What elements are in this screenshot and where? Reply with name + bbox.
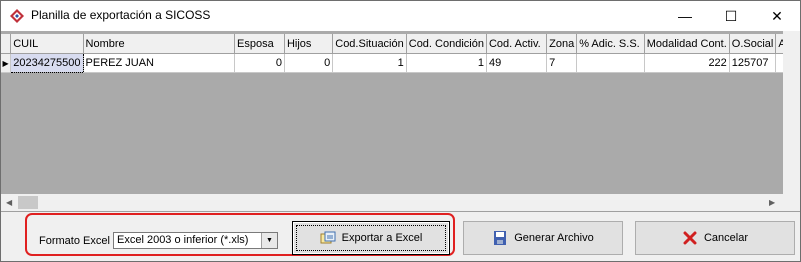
vertical-scrollbar[interactable] [783, 31, 800, 194]
close-button[interactable]: ✕ [754, 1, 800, 31]
scroll-left-icon[interactable]: ◀ [6, 198, 12, 207]
window-title: Planilla de exportación a SICOSS [31, 8, 211, 22]
minimize-icon: — [678, 8, 692, 24]
column-header-adic-ss[interactable]: % Adic. S.S. [576, 34, 645, 54]
row-indicator-icon: ▶ [1, 53, 12, 73]
cell-zona[interactable]: 7 [546, 53, 578, 73]
excel-export-icon [320, 231, 336, 244]
cell-nombre[interactable]: PEREZ JUAN [83, 53, 236, 73]
cancel-label: Cancelar [703, 232, 749, 244]
column-header-cod-condicion[interactable]: Cod. Condición [406, 34, 487, 54]
generate-file-label: Generar Archivo [514, 232, 594, 244]
column-header-osocial[interactable]: O.Social [729, 34, 777, 54]
maximize-button[interactable]: ☐ [708, 1, 754, 31]
column-header-cod-situacion[interactable]: Cod.Situación [332, 34, 407, 54]
maximize-icon: ☐ [724, 7, 738, 24]
scroll-right-icon[interactable]: ▶ [769, 198, 775, 207]
column-header-cod-activ[interactable]: Cod. Activ. [486, 34, 548, 54]
export-window: Planilla de exportación a SICOSS — ☐ ✕ C… [0, 0, 801, 262]
column-header-modalidad[interactable]: Modalidad Cont. [644, 34, 730, 54]
floppy-disk-icon [494, 231, 507, 245]
column-header-nombre[interactable]: Nombre [83, 34, 236, 54]
title-bar: Planilla de exportación a SICOSS — ☐ ✕ [1, 1, 800, 31]
data-grid[interactable]: CUIL Nombre Esposa Hijos Cod.Situación C… [1, 31, 800, 211]
cell-cuil[interactable]: 20234275500 [10, 53, 84, 73]
generate-file-button[interactable]: Generar Archivo [463, 221, 623, 255]
divider [1, 211, 800, 212]
cell-cod-situacion[interactable]: 1 [332, 53, 407, 73]
cell-osocial[interactable]: 125707 [729, 53, 777, 73]
focus-rect [296, 225, 446, 251]
header-indicator [1, 34, 12, 54]
header-row: CUIL Nombre Esposa Hijos Cod.Situación C… [1, 34, 800, 54]
minimize-button[interactable]: — [662, 1, 708, 31]
cell-adic-ss[interactable] [576, 53, 645, 73]
grid-table: CUIL Nombre Esposa Hijos Cod.Situación C… [1, 34, 800, 73]
app-icon [10, 9, 24, 23]
cell-modalidad[interactable]: 222 [644, 53, 730, 73]
table-row[interactable]: ▶ 20234275500 PEREZ JUAN 0 0 1 1 49 7 22… [1, 53, 800, 73]
close-icon: ✕ [771, 7, 783, 24]
column-header-cuil[interactable]: CUIL [10, 34, 84, 54]
format-select-value: Excel 2003 o inferior (*.xls) [117, 234, 249, 246]
horizontal-scrollbar[interactable]: ◀ ▶ [1, 194, 783, 211]
cell-cod-condicion[interactable]: 1 [406, 53, 487, 73]
horizontal-scroll-thumb[interactable] [18, 196, 38, 209]
column-header-zona[interactable]: Zona [546, 34, 578, 54]
cell-esposa[interactable]: 0 [234, 53, 285, 73]
cancel-button[interactable]: Cancelar [635, 221, 795, 255]
format-label: Formato Excel [39, 235, 110, 247]
format-select[interactable]: Excel 2003 o inferior (*.xls) ▼ [113, 232, 278, 249]
cell-hijos[interactable]: 0 [284, 53, 334, 73]
column-header-esposa[interactable]: Esposa [234, 34, 285, 54]
chevron-down-icon[interactable]: ▼ [261, 233, 277, 248]
column-header-hijos[interactable]: Hijos [284, 34, 334, 54]
export-excel-button[interactable]: Exportar a Excel [292, 221, 450, 255]
red-x-icon [683, 231, 697, 245]
scrollbar-corner [783, 194, 800, 211]
cell-cod-activ[interactable]: 49 [486, 53, 548, 73]
